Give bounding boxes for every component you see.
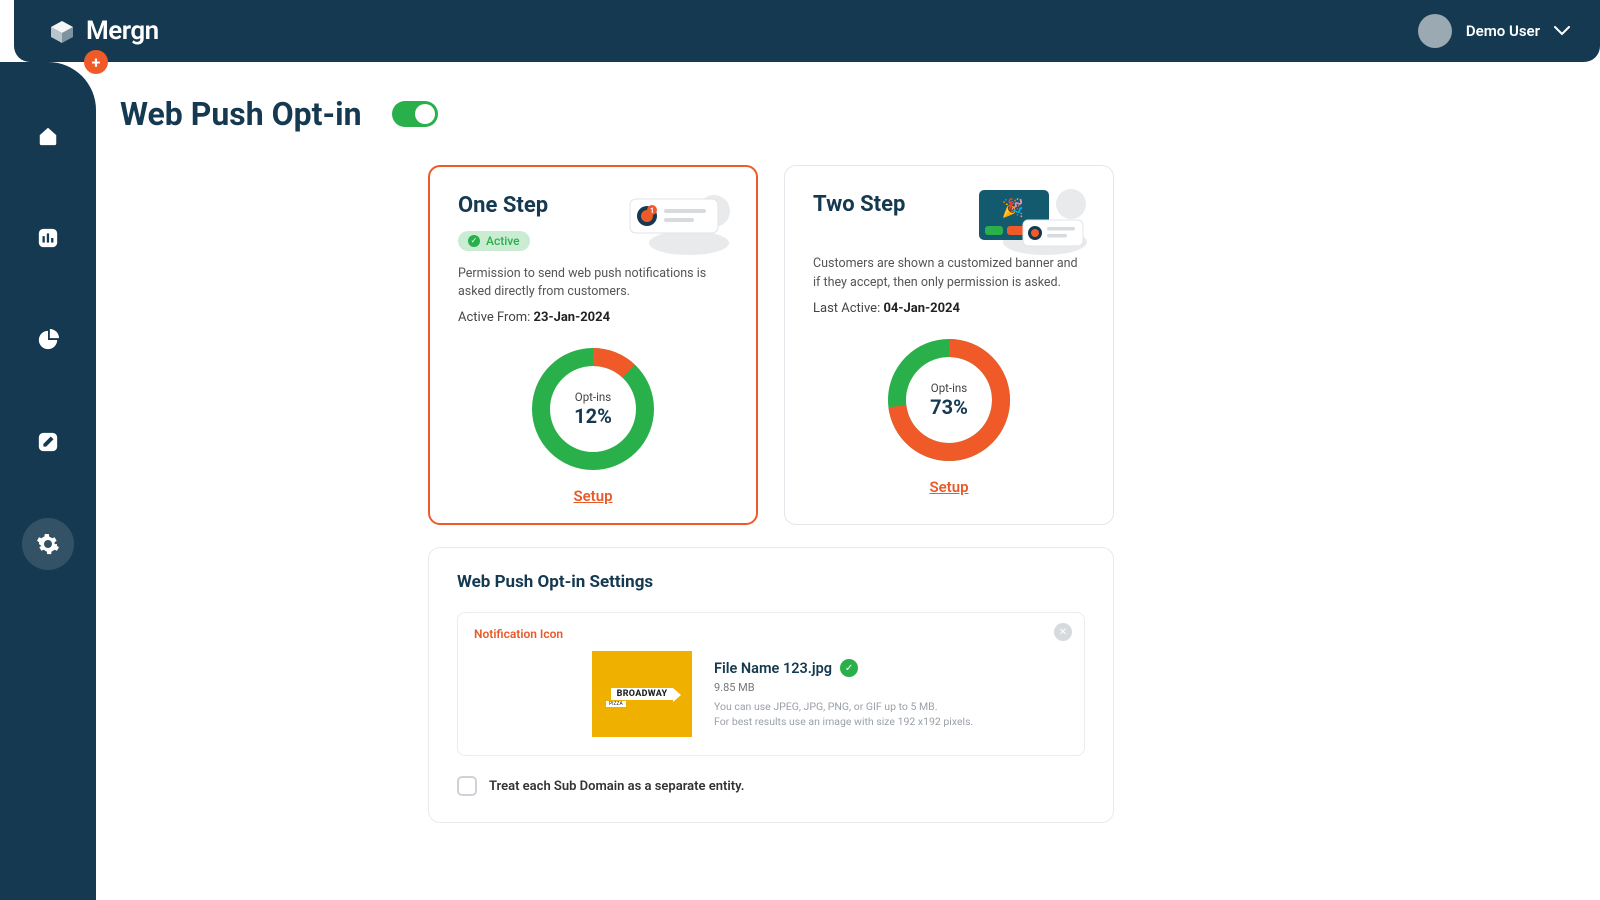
status-badge: ✓ Active xyxy=(458,231,530,251)
icon-preview: BROADWAY PIZZA xyxy=(592,651,692,737)
main-content: Web Push Opt-in 1 One Step ✓ xyxy=(120,95,1570,900)
user-name: Demo User xyxy=(1466,22,1540,40)
bar-chart-icon xyxy=(37,227,59,249)
check-icon: ✓ xyxy=(840,659,858,677)
user-menu[interactable]: Demo User xyxy=(1418,14,1570,48)
svg-text:🎉: 🎉 xyxy=(1002,197,1024,219)
card-one-desc: Permission to send web push notification… xyxy=(458,265,728,303)
home-icon xyxy=(37,125,59,147)
pie-chart-icon xyxy=(37,329,59,351)
nav-home[interactable] xyxy=(22,110,74,162)
card-two-step[interactable]: 🎉 Two Step Customers are shown a customi… xyxy=(784,165,1114,525)
chevron-down-icon xyxy=(1554,22,1570,40)
add-button[interactable]: + xyxy=(84,50,108,74)
check-icon: ✓ xyxy=(468,235,480,247)
brand-name: Mergn xyxy=(86,16,159,46)
setup-link-two[interactable]: Setup xyxy=(813,478,1085,496)
file-size: 9.85 MB xyxy=(714,681,1068,694)
pencil-icon xyxy=(37,431,59,453)
illustration-two-step: 🎉 xyxy=(973,184,1091,260)
header: Mergn Demo User xyxy=(14,0,1600,62)
nav-campaigns[interactable] xyxy=(22,416,74,468)
svg-text:1: 1 xyxy=(650,207,654,215)
brand-sub-text: PIZZA xyxy=(606,701,626,707)
option-cards: 1 One Step ✓ Active Permission to send w… xyxy=(428,165,1570,525)
file-hint-2: For best results use an image with size … xyxy=(714,715,1068,730)
subdomain-checkbox-row: Treat each Sub Domain as a separate enti… xyxy=(457,776,1085,796)
file-hint-1: You can use JPEG, JPG, PNG, or GIF up to… xyxy=(714,700,1068,715)
donut-one-step: Opt-ins 12% xyxy=(529,345,657,473)
page-title: Web Push Opt-in xyxy=(120,95,362,133)
card-one-step[interactable]: 1 One Step ✓ Active Permission to send w… xyxy=(428,165,758,525)
icon-box-title: Notification Icon xyxy=(474,627,1068,641)
card-two-desc: Customers are shown a customized banner … xyxy=(813,255,1085,293)
notification-icon-box: ✕ Notification Icon BROADWAY PIZZA File … xyxy=(457,612,1085,756)
title-row: Web Push Opt-in xyxy=(120,95,1570,133)
file-info: File Name 123.jpg ✓ 9.85 MB You can use … xyxy=(714,651,1068,729)
enable-toggle[interactable] xyxy=(392,101,438,127)
donut-two-step: Opt-ins 73% xyxy=(885,336,1013,464)
gear-icon xyxy=(36,532,60,556)
close-icon[interactable]: ✕ xyxy=(1054,623,1072,641)
brand-logo-icon xyxy=(48,17,76,45)
settings-title: Web Push Opt-in Settings xyxy=(457,572,1085,592)
nav-segments[interactable] xyxy=(22,314,74,366)
brand-logo: Mergn xyxy=(48,16,159,46)
card-one-date: Active From: 23-Jan-2024 xyxy=(458,310,728,325)
badge-text: Active xyxy=(486,234,520,248)
settings-card: Web Push Opt-in Settings ✕ Notification … xyxy=(428,547,1114,823)
nav-analytics[interactable] xyxy=(22,212,74,264)
file-name: File Name 123.jpg xyxy=(714,660,832,677)
subdomain-checkbox[interactable] xyxy=(457,776,477,796)
brand-text: BROADWAY xyxy=(611,688,674,700)
illustration-one-step: 1 xyxy=(624,185,734,259)
avatar xyxy=(1418,14,1452,48)
subdomain-label: Treat each Sub Domain as a separate enti… xyxy=(489,779,744,794)
sidebar: + xyxy=(0,62,96,900)
card-two-date: Last Active: 04-Jan-2024 xyxy=(813,301,1085,316)
setup-link-one[interactable]: Setup xyxy=(458,487,728,505)
nav-settings[interactable] xyxy=(22,518,74,570)
